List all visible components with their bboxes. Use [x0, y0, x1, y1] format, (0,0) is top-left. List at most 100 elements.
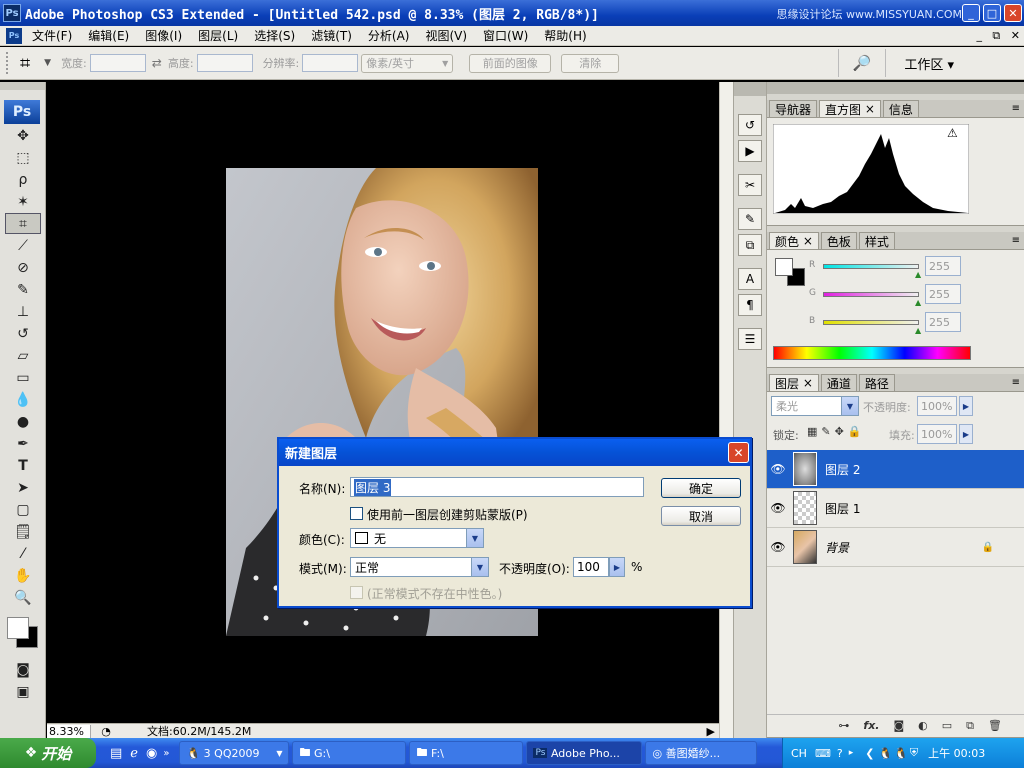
lock-icons[interactable]: ▦✎✥🔒: [807, 425, 866, 438]
history-brush-tool-icon[interactable]: ↺: [5, 323, 41, 344]
width-input[interactable]: [89, 54, 146, 72]
hand-tool-icon[interactable]: ✋: [5, 565, 41, 586]
layer-row[interactable]: 👁 图层 1: [767, 489, 1024, 528]
status-menu-icon[interactable]: ◔: [99, 725, 113, 738]
channel-g-value[interactable]: 255: [925, 284, 961, 304]
workspace-button[interactable]: 工作区 ▾: [904, 54, 954, 73]
channel-g-slider[interactable]: [823, 292, 919, 297]
blur-tool-icon[interactable]: 💧: [5, 389, 41, 410]
type-tool-icon[interactable]: T: [5, 455, 41, 476]
task-folder-g[interactable]: 🖿 G:\: [292, 741, 407, 765]
layer-name[interactable]: 图层 2: [825, 461, 860, 478]
menu-layer[interactable]: 图层(L): [190, 27, 246, 44]
tool-presets-icon[interactable]: ✂: [738, 174, 762, 196]
foreground-color-swatch[interactable]: [7, 617, 29, 639]
color-swatches[interactable]: [0, 614, 45, 658]
panel-menu-icon[interactable]: ≡: [1012, 235, 1020, 246]
start-button[interactable]: ❖ 开始: [0, 738, 96, 768]
layer-name[interactable]: 图层 1: [825, 500, 860, 517]
menu-window[interactable]: 窗口(W): [475, 27, 536, 44]
keyboard-icon[interactable]: ⌨: [815, 747, 831, 760]
layer-row[interactable]: 👁 图层 2: [767, 450, 1024, 489]
new-group-icon[interactable]: ▭: [942, 719, 952, 732]
resolution-unit-select[interactable]: 像素/英寸 ▼: [361, 53, 454, 73]
close-icon[interactable]: ✕: [728, 442, 749, 463]
lasso-tool-icon[interactable]: ρ: [5, 169, 41, 190]
channel-r-slider[interactable]: [823, 264, 919, 269]
channel-b-value[interactable]: 255: [925, 312, 961, 332]
menu-image[interactable]: 图像(I): [137, 27, 190, 44]
layer-name-input[interactable]: 图层 3: [350, 477, 644, 497]
tray-arrow-icon[interactable]: ▸: [849, 748, 854, 758]
menu-edit[interactable]: 编辑(E): [80, 27, 137, 44]
pen-tool-icon[interactable]: ✒: [5, 433, 41, 454]
menu-analysis[interactable]: 分析(A): [360, 27, 418, 44]
warning-icon[interactable]: ⚠: [947, 126, 958, 140]
opacity-input[interactable]: 100: [573, 557, 609, 577]
clone-source-icon[interactable]: ⧉: [738, 234, 762, 256]
back-icon[interactable]: ❮: [865, 747, 874, 760]
layer-opacity-input[interactable]: 100%: [917, 396, 957, 416]
chevron-icon[interactable]: »: [163, 748, 169, 759]
tab-layers[interactable]: 图层 ×: [769, 374, 819, 391]
task-browser[interactable]: ◎ 善图婚纱...: [645, 741, 758, 765]
task-qq[interactable]: 🐧 3 QQ2009 ▼: [179, 741, 290, 765]
menu-help[interactable]: 帮助(H): [536, 27, 594, 44]
swap-icon[interactable]: ⇄: [152, 56, 162, 70]
tab-histogram[interactable]: 直方图 ×: [819, 100, 881, 117]
media-icon[interactable]: ◉: [146, 746, 157, 761]
healing-brush-tool-icon[interactable]: ⊘: [5, 257, 41, 278]
trash-icon[interactable]: 🗑: [988, 719, 1002, 732]
panel-menu-icon[interactable]: ≡: [1012, 377, 1020, 388]
qq-icon[interactable]: 🐧: [878, 747, 892, 760]
language-indicator[interactable]: CH: [791, 747, 807, 760]
layer-row[interactable]: 👁 背景 🔒: [767, 528, 1024, 567]
zoom-tool-icon[interactable]: 🔍: [5, 587, 41, 608]
menu-view[interactable]: 视图(V): [417, 27, 475, 44]
tab-swatches[interactable]: 色板: [820, 232, 857, 249]
slice-tool-icon[interactable]: ⟋: [5, 235, 41, 256]
shield-icon[interactable]: ⛨: [910, 746, 918, 760]
minimize-button[interactable]: _: [962, 4, 980, 22]
close-icon[interactable]: ×: [865, 102, 875, 116]
preset-dropdown-icon[interactable]: ▼: [44, 58, 51, 68]
help-icon[interactable]: ?: [837, 747, 843, 760]
dodge-tool-icon[interactable]: ●: [5, 411, 41, 432]
channel-b-slider[interactable]: [823, 320, 919, 325]
notes-tool-icon[interactable]: 🗒: [5, 521, 41, 542]
doc-minimize-icon[interactable]: _ ⧉ ✕: [976, 29, 1020, 43]
color-spectrum-bar[interactable]: [773, 346, 971, 360]
options-grip[interactable]: [6, 52, 16, 74]
opacity-slider-icon[interactable]: ▶: [609, 557, 625, 577]
path-selection-tool-icon[interactable]: ➤: [5, 477, 41, 498]
status-arrow-icon[interactable]: ▶: [707, 725, 715, 738]
fx-button[interactable]: fx.: [863, 719, 879, 732]
move-tool-icon[interactable]: ✥: [5, 125, 41, 146]
shape-tool-icon[interactable]: ▢: [5, 499, 41, 520]
opacity-arrow-icon[interactable]: ▶: [959, 396, 973, 416]
close-button[interactable]: ✕: [1004, 4, 1022, 22]
crop-tool-icon[interactable]: ⌗: [5, 213, 41, 234]
ie-icon[interactable]: ℯ: [130, 746, 138, 761]
character-icon[interactable]: A: [738, 268, 762, 290]
vertical-scrollbar[interactable]: [719, 82, 733, 738]
fill-arrow-icon[interactable]: ▶: [959, 424, 973, 444]
eraser-tool-icon[interactable]: ▱: [5, 345, 41, 366]
slider-handle-icon[interactable]: ▲: [915, 270, 921, 279]
tab-color[interactable]: 颜色 ×: [769, 232, 819, 249]
menu-filter[interactable]: 滤镜(T): [303, 27, 360, 44]
marquee-tool-icon[interactable]: ⬚: [5, 147, 41, 168]
link-layers-icon[interactable]: ⊶: [838, 719, 849, 732]
paragraph-icon[interactable]: ¶: [738, 294, 762, 316]
ps-logo[interactable]: Ps: [4, 100, 40, 124]
crop-tool-icon[interactable]: ⌗: [20, 53, 30, 74]
eye-icon[interactable]: 👁: [767, 540, 789, 554]
tab-styles[interactable]: 样式: [858, 232, 895, 249]
channel-r-value[interactable]: 255: [925, 256, 961, 276]
toolbox-grip[interactable]: [0, 82, 45, 90]
qq-icon[interactable]: 🐧: [894, 747, 908, 760]
document-icon[interactable]: Ps: [6, 27, 22, 44]
clone-stamp-tool-icon[interactable]: ⊥: [5, 301, 41, 322]
task-photoshop[interactable]: Ps Adobe Pho...: [526, 741, 643, 765]
actions-icon[interactable]: ▶: [738, 140, 762, 162]
